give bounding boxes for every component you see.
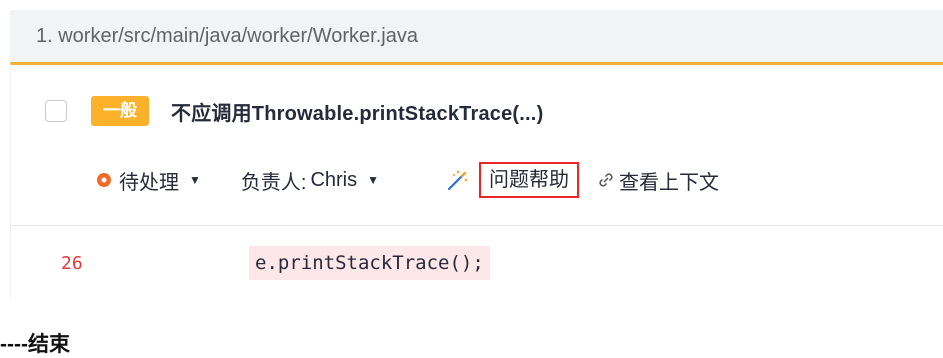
status-label: 待处理 (119, 171, 179, 194)
owner-dropdown[interactable]: 负责人: Chris ▼ (241, 166, 379, 195)
owner-name: Chris (310, 168, 358, 191)
view-context-label: 查看上下文 (619, 171, 720, 194)
issue-help-group: 问题帮助 (445, 162, 580, 198)
caret-down-icon: ▼ (367, 173, 380, 187)
file-path-header[interactable]: 1. worker/src/main/java/worker/Worker.ja… (10, 10, 943, 62)
issue-checkbox[interactable] (45, 100, 67, 122)
file-path[interactable]: 1. worker/src/main/java/worker/Worker.ja… (36, 25, 418, 48)
severity-badge: 一般 (91, 96, 149, 126)
divider (11, 225, 943, 226)
owner-label: 负责人: (240, 171, 307, 194)
link-icon (599, 173, 613, 187)
issue-help-button[interactable]: 问题帮助 (479, 162, 580, 198)
issue-title-row: 一般 不应调用Throwable.printStackTrace(...) (45, 93, 543, 129)
line-number: 26 (61, 252, 83, 274)
issue-title: 不应调用Throwable.printStackTrace(...) (171, 102, 544, 125)
end-marker: ----结束 (0, 333, 70, 356)
status-dot-icon (97, 173, 111, 187)
caret-down-icon: ▼ (189, 173, 201, 187)
status-dropdown[interactable]: 待处理 ▼ (97, 166, 201, 195)
code-text: e.printStackTrace(); (249, 246, 490, 280)
view-context-link[interactable]: 查看上下文 (597, 166, 719, 195)
issue-card: 一般 不应调用Throwable.printStackTrace(...) 待处… (10, 62, 943, 298)
magic-wand-icon (447, 170, 468, 191)
code-line: 26 e.printStackTrace(); (11, 243, 943, 283)
issue-action-row: 待处理 ▼ 负责人: Chris ▼ 问题帮助 查看上下文 (97, 160, 719, 200)
